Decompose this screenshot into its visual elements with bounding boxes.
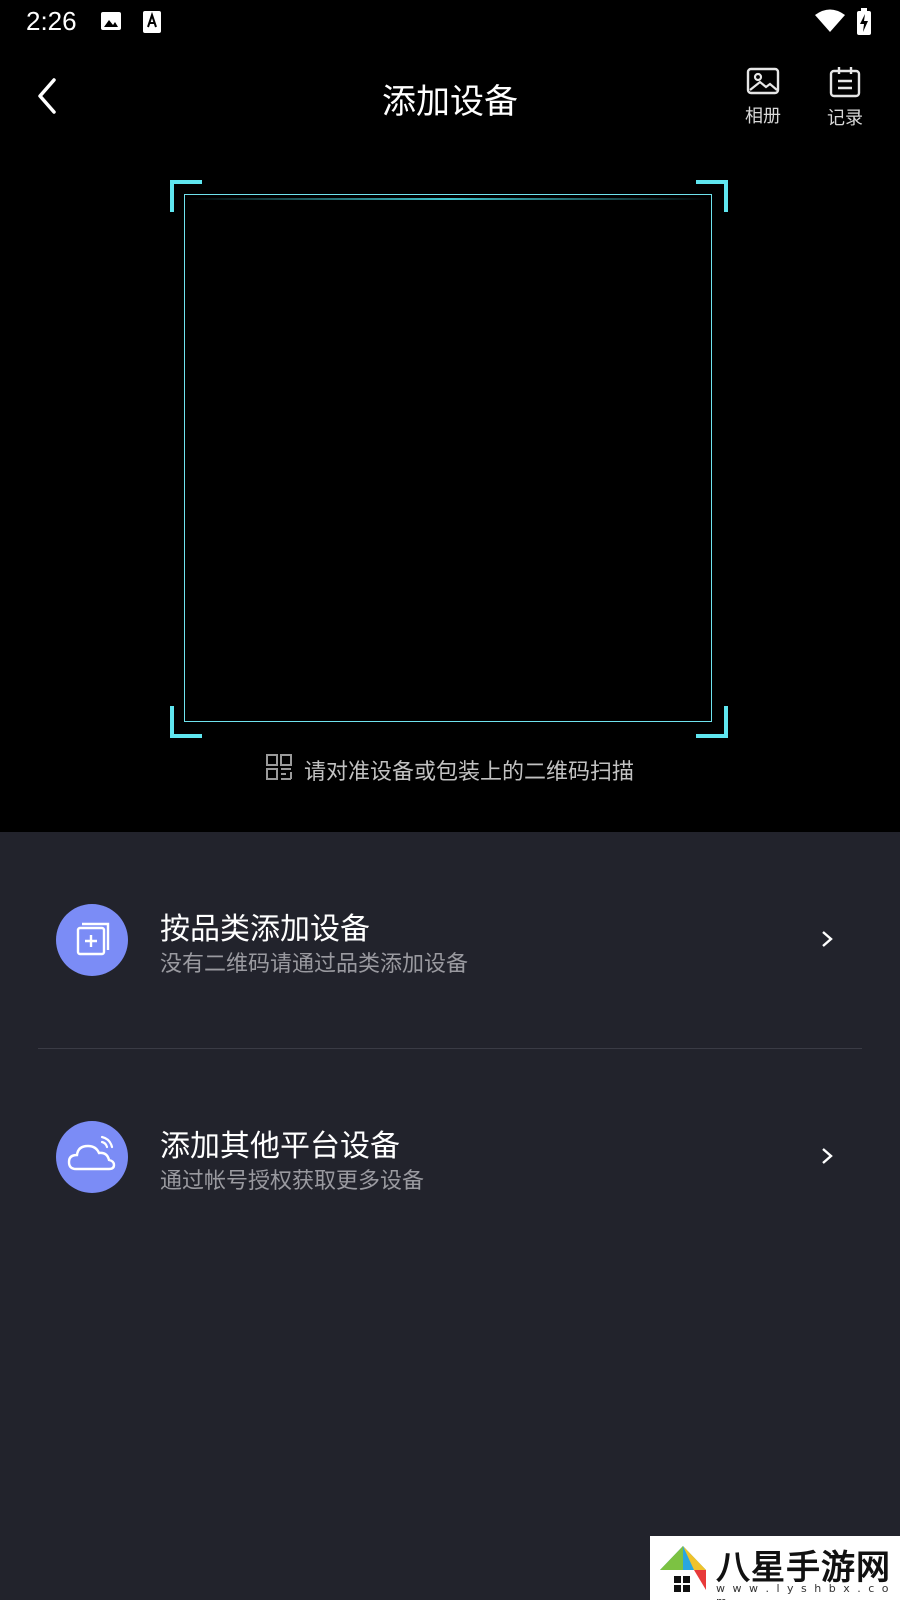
- album-button[interactable]: 相册: [728, 66, 798, 128]
- option-title: 添加其他平台设备: [160, 1129, 400, 1164]
- top-bar: 添加设备 相册 记录: [0, 60, 900, 140]
- watermark: 八星手游网 w w w . l y s h b x . c o m: [650, 1536, 900, 1600]
- records-label: 记录: [827, 108, 863, 129]
- chevron-right-icon: [820, 1145, 834, 1171]
- status-bar: 2:26: [0, 0, 900, 44]
- album-label: 相册: [745, 106, 781, 127]
- cloud-icon: [56, 1121, 128, 1193]
- image-notification-icon: [100, 10, 122, 36]
- accessibility-notification-icon: [142, 10, 162, 38]
- status-time: 2:26: [26, 6, 77, 36]
- scan-viewport: [184, 194, 712, 722]
- records-button[interactable]: 记录: [810, 66, 880, 130]
- scan-hint: 请对准设备或包装上的二维码扫描: [0, 754, 900, 786]
- watermark-logo-icon: [654, 1540, 712, 1600]
- chevron-right-icon: [820, 928, 834, 954]
- scan-hint-text: 请对准设备或包装上的二维码扫描: [303, 760, 634, 785]
- option-subtitle: 没有二维码请通过品类添加设备: [160, 952, 469, 977]
- calendar-list-icon: [829, 67, 861, 98]
- add-by-category-option[interactable]: 按品类添加设备 没有二维码请通过品类添加设备: [0, 884, 900, 1004]
- qr-code-icon: [265, 754, 292, 786]
- screen: 2:26 添加设备 相册 记录 请对准设备或包装上的二维码扫描 按品类添加设备 …: [0, 0, 900, 1600]
- scan-line: [186, 198, 710, 200]
- option-title: 按品类添加设备: [160, 912, 370, 947]
- add-other-platform-option[interactable]: 添加其他平台设备 通过帐号授权获取更多设备: [0, 1101, 900, 1221]
- divider: [38, 1048, 862, 1049]
- option-subtitle: 通过帐号授权获取更多设备: [160, 1169, 425, 1194]
- add-copy-icon: [56, 904, 128, 976]
- watermark-url: w w w . l y s h b x . c o m: [716, 1582, 891, 1600]
- image-icon: [746, 67, 780, 95]
- qr-scan-frame: [170, 180, 728, 738]
- battery-charging-icon: [856, 8, 872, 40]
- wifi-icon: [814, 8, 846, 38]
